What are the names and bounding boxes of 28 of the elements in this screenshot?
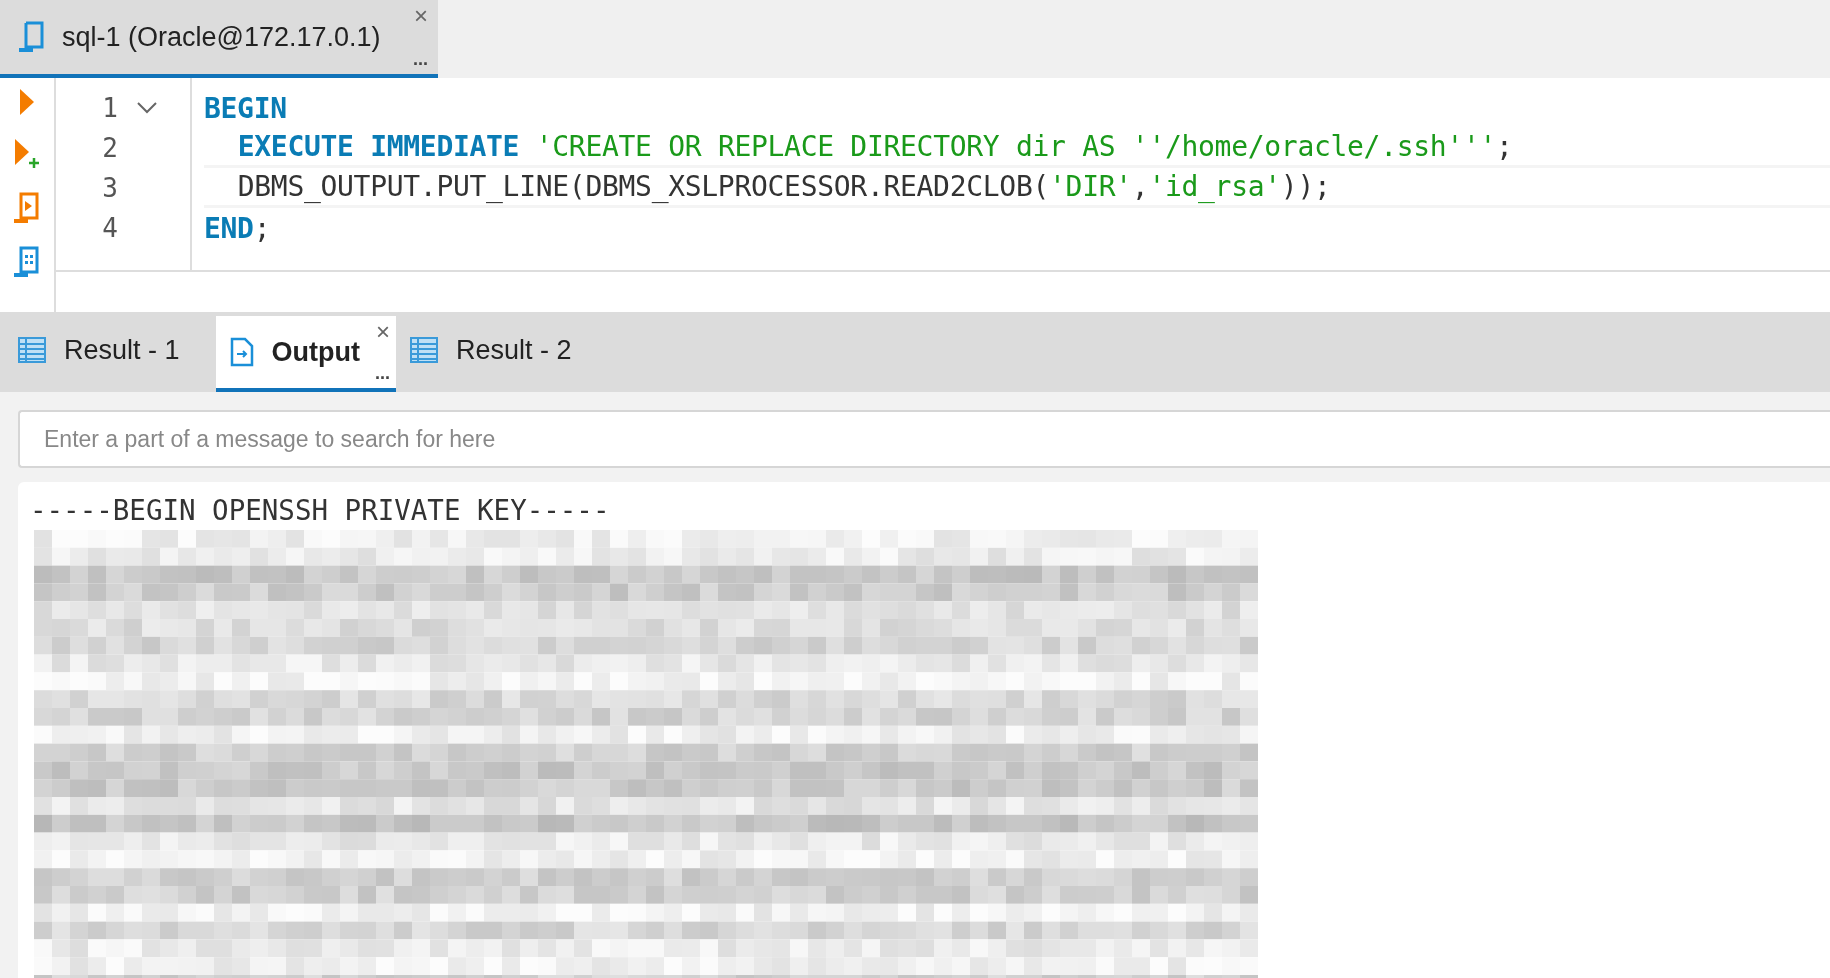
play-icon[interactable] <box>19 88 35 116</box>
output-line: -----BEGIN OPENSSH PRIVATE KEY----- <box>30 493 611 528</box>
script-play-icon[interactable] <box>13 192 41 224</box>
script-grid-icon[interactable] <box>13 246 41 278</box>
script-icon <box>18 21 44 53</box>
line-number: 4 <box>101 213 118 243</box>
table-icon <box>18 337 46 363</box>
close-button[interactable]: × <box>414 2 428 30</box>
code-line: EXECUTE IMMEDIATE 'CREATE OR REPLACE DIRECTORY dir AS ''/home/oracle/.ssh'''; <box>237 130 1513 163</box>
more-button[interactable]: ... <box>375 364 390 382</box>
code-line: END; <box>204 211 271 245</box>
play-plus-icon[interactable] <box>14 138 40 170</box>
document-arrow-icon <box>229 337 254 367</box>
code-line: BEGIN <box>204 91 287 125</box>
close-button[interactable]: × <box>376 318 390 346</box>
search-field[interactable]: Enter a part of a message to search for here <box>18 410 1830 468</box>
fold-chevron-icon[interactable] <box>136 101 158 115</box>
line-number: 1 <box>101 93 118 123</box>
result-tab[interactable]: Result - 1 <box>4 312 216 392</box>
line-number: 3 <box>101 173 118 203</box>
tab-title: sql-1 (Oracle@172.17.0.1) <box>62 21 381 53</box>
line-number: 2 <box>101 133 118 163</box>
result-tab[interactable]: Result - 2 <box>396 312 608 392</box>
result-tab[interactable]: Output × ... <box>215 316 396 392</box>
editor-tab[interactable]: sql-1 (Oracle@172.17.0.1) × ... <box>0 0 438 78</box>
more-button[interactable]: ... <box>413 50 428 68</box>
table-icon <box>410 337 438 363</box>
code-line: DBMS_OUTPUT.PUT_LINE(DBMS_XSLPROCESSOR.READ2CLOB('DIR','id_rsa')); <box>237 170 1331 203</box>
